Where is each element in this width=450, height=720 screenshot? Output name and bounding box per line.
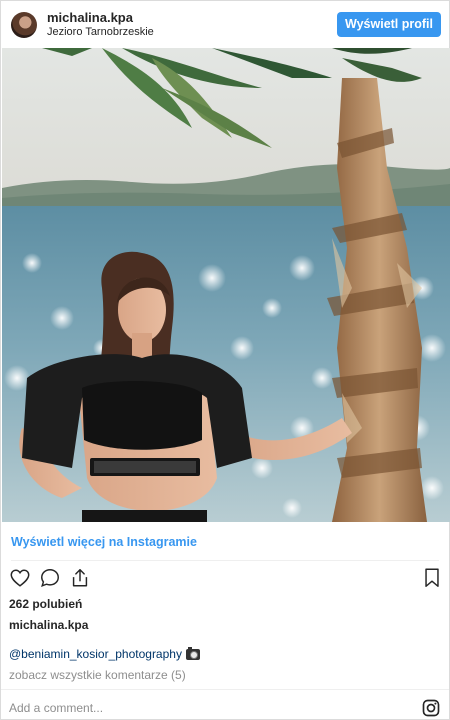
caption-mention-link[interactable]: @beniamin_kosior_photography <box>9 647 182 661</box>
post-owner-username[interactable]: michalina.kpa <box>9 618 88 632</box>
view-profile-button[interactable]: Wyświetl profil <box>337 12 441 37</box>
view-all-comments-link[interactable]: zobacz wszystkie komentarze (5) <box>9 668 186 682</box>
post-actions <box>9 567 443 591</box>
location[interactable]: Jezioro Tarnobrzeskie <box>47 25 154 39</box>
view-more-on-instagram-link[interactable]: Wyświetl więcej na Instagramie <box>11 535 197 549</box>
post-photo[interactable] <box>2 48 450 522</box>
caption: @beniamin_kosior_photography <box>9 646 200 661</box>
instagram-embed-card: michalina.kpa Jezioro Tarnobrzeskie Wyśw… <box>0 0 450 720</box>
instagram-logo-icon[interactable] <box>421 698 441 718</box>
heart-icon[interactable] <box>9 567 31 589</box>
bookmark-icon[interactable] <box>421 567 443 589</box>
share-icon[interactable] <box>69 567 91 589</box>
like-count: 262 polubień <box>9 597 83 611</box>
user-info: michalina.kpa Jezioro Tarnobrzeskie <box>47 10 154 39</box>
add-comment-field[interactable]: Add a comment... <box>9 701 103 715</box>
post-header: michalina.kpa Jezioro Tarnobrzeskie Wyśw… <box>1 1 449 48</box>
divider <box>1 689 449 690</box>
divider <box>11 560 439 561</box>
username[interactable]: michalina.kpa <box>47 10 154 25</box>
comment-icon[interactable] <box>39 567 61 589</box>
camera-emoji-icon <box>185 646 200 660</box>
avatar[interactable] <box>11 11 37 38</box>
